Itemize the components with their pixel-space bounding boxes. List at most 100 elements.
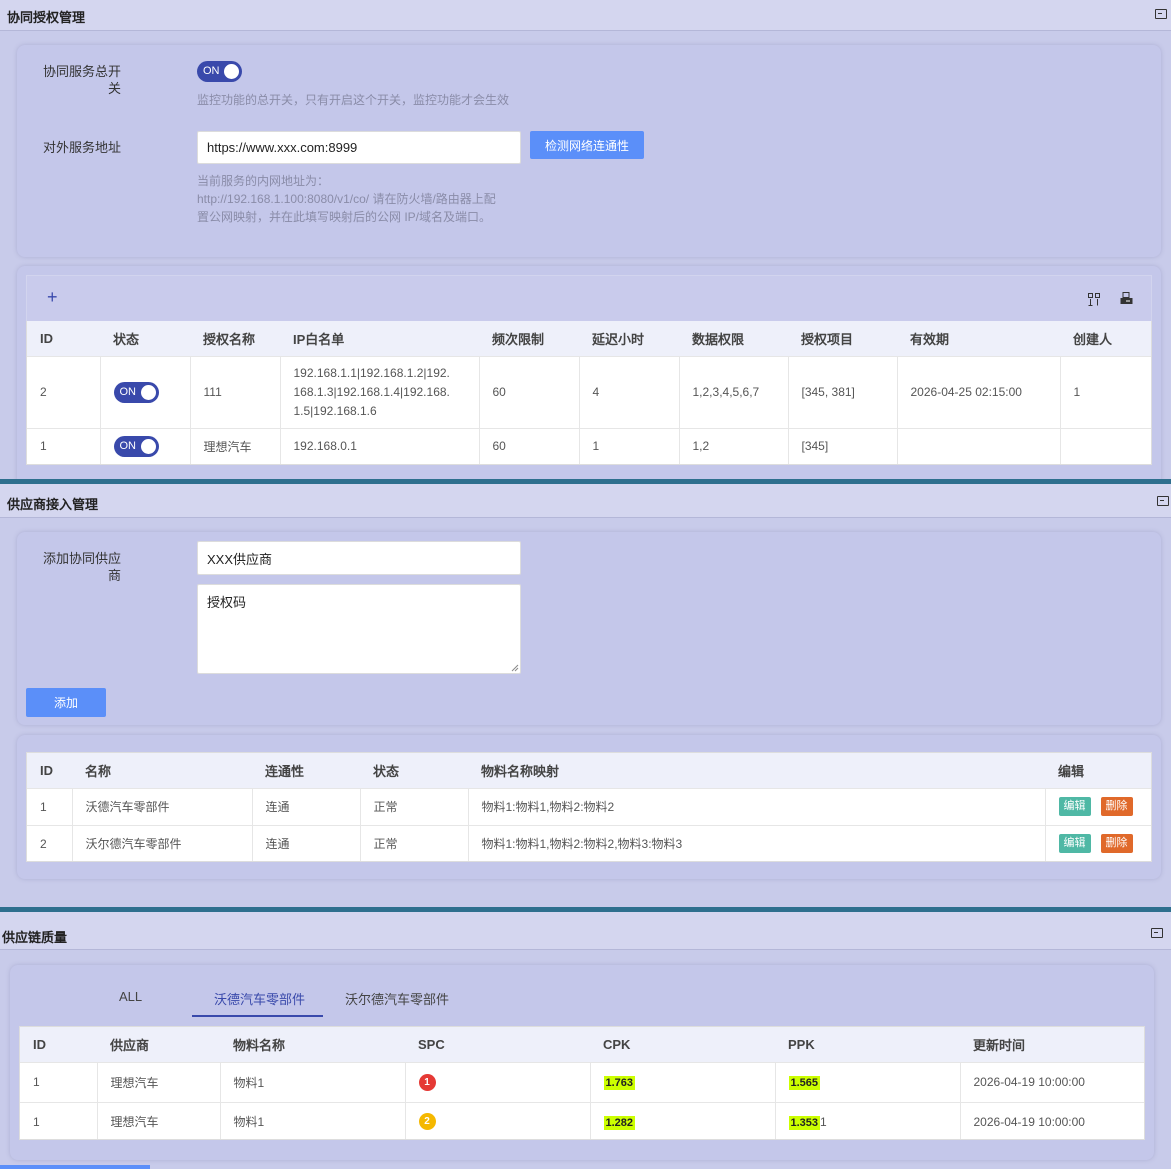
column-header[interactable]: 供应商 [97, 1027, 220, 1062]
auth-code-textarea[interactable]: 授权码 [197, 584, 521, 674]
toggle-knob [140, 438, 156, 454]
cell-cpk: 1.763 [590, 1061, 776, 1102]
add-supplier-label: 添加协同供应 商 [42, 551, 121, 583]
address-input[interactable]: https://www.xxx.com:8999 [197, 131, 521, 164]
cpk-value: 1.763 [603, 1076, 636, 1090]
cell-delay: 4 [579, 355, 680, 428]
column-header[interactable]: ID [20, 1027, 97, 1062]
column-header[interactable]: 授权名称 [190, 321, 280, 356]
column-header[interactable]: 创建人 [1060, 321, 1151, 356]
cell-updated: 2026-04-19 10:00:00 [960, 1101, 1144, 1139]
master-switch-toggle[interactable]: ON [197, 61, 242, 82]
cell-updated: 2026-04-19 10:00:00 [960, 1061, 1144, 1102]
maximize-icon[interactable] [1151, 928, 1163, 938]
ppk-suffix: 1 [820, 1114, 827, 1129]
spc-badge[interactable]: 2 [418, 1113, 436, 1131]
column-header[interactable]: 连通性 [252, 753, 360, 788]
tab-wode[interactable]: 沃德汽车零部件 [214, 989, 305, 1008]
edit-button[interactable]: 编辑 [1058, 797, 1091, 816]
table-row[interactable]: 1 沃德汽车零部件 连通 正常 物料1:物料1,物料2:物料2 编辑 删除 [27, 787, 1151, 825]
section-title: 供应链质量 [2, 930, 68, 945]
row-status-toggle[interactable]: ON [113, 381, 159, 403]
supplier-name-input[interactable]: XXX供应商 [197, 541, 521, 575]
cell-id: 2 [27, 355, 101, 428]
address-label: 对外服务地址 [42, 140, 121, 155]
column-header[interactable]: CPK [590, 1027, 775, 1062]
table-row[interactable]: 1 理想汽车 物料1 1 1.763 1.565 2026-04-19 10:0… [20, 1061, 1144, 1102]
cell-data-permission: 1,2,3,4,5,6,7 [679, 355, 789, 428]
column-header[interactable]: 名称 [72, 753, 252, 788]
section-title: 协同授权管理 [7, 10, 86, 25]
cell-id: 1 [27, 787, 73, 825]
column-header[interactable]: 物料名称 [220, 1027, 405, 1062]
resize-handle-icon[interactable] [511, 664, 519, 672]
active-tab-indicator [192, 1015, 323, 1017]
cell-delay: 1 [579, 427, 680, 464]
add-button[interactable]: 添加 [26, 688, 106, 717]
cell-creator: 1 [1060, 355, 1151, 428]
cell-connectivity: 连通 [252, 824, 361, 861]
cell-frequency: 60 [479, 427, 580, 464]
cell-status: 正常 [360, 824, 469, 861]
delete-button[interactable]: 删除 [1100, 834, 1133, 854]
auth-settings-card: 协同服务总开 关 ON 监控功能的总开关，只有开启这个开关，监控功能才会生效 对… [17, 45, 1161, 257]
check-network-button[interactable]: 检测网络连通性 [530, 131, 644, 159]
table-header-row: ID 名称 连通性 状态 物料名称映射 编辑 [27, 753, 1151, 788]
print-icon[interactable] [1120, 292, 1133, 306]
column-header[interactable]: PPK [775, 1027, 960, 1062]
cpk-value: 1.282 [603, 1115, 636, 1130]
column-header[interactable]: 状态 [100, 321, 190, 356]
master-switch-label: 协同服务总开 关 [42, 64, 121, 96]
cell-name: 理想汽车 [190, 427, 281, 464]
cell-cpk: 1.282 [590, 1101, 776, 1139]
cell-actions: 编辑 删除 [1045, 787, 1151, 825]
column-header[interactable]: ID [27, 321, 100, 356]
table-row[interactable]: 2 沃尔德汽车零部件 连通 正常 物料1:物料1,物料2:物料2,物料3:物料3… [27, 824, 1151, 861]
column-header[interactable]: 状态 [360, 753, 468, 788]
maximize-icon[interactable] [1155, 9, 1167, 19]
column-header[interactable]: SPC [405, 1027, 590, 1062]
quality-card: ALL 沃德汽车零部件 沃尔德汽车零部件 ID 供应商 物料名称 SPC CPK… [10, 965, 1154, 1160]
table-row[interactable]: 1 ON 理想汽车 192.168.0.1 60 1 1,2 [345] [27, 427, 1151, 464]
spc-badge[interactable]: 1 [418, 1073, 436, 1091]
column-header[interactable]: 编辑 [1045, 753, 1151, 788]
add-supplier-card: 添加协同供应 商 XXX供应商 授权码 添加 [17, 532, 1161, 725]
edit-button[interactable]: 编辑 [1058, 834, 1091, 854]
delete-button[interactable]: 删除 [1100, 797, 1133, 816]
ppk-value: 1.565 [788, 1076, 821, 1090]
cell-id: 1 [20, 1101, 98, 1139]
column-header[interactable]: 更新时间 [960, 1027, 1144, 1062]
section-title: 供应商接入管理 [7, 497, 99, 512]
cell-material: 物料1 [220, 1061, 406, 1102]
column-header[interactable]: IP白名单 [280, 321, 479, 356]
column-header[interactable]: 延迟小时 [579, 321, 679, 356]
cell-id: 1 [20, 1061, 98, 1102]
column-header[interactable]: ID [27, 753, 72, 788]
row-status-toggle[interactable]: ON [113, 435, 159, 457]
column-header[interactable]: 数据权限 [679, 321, 788, 356]
cell-spc: 2 [405, 1101, 591, 1139]
table-row[interactable]: 2 ON 111 192.168.1.1|192.168.1.2|192. 16… [27, 355, 1151, 428]
column-header[interactable]: 频次限制 [479, 321, 579, 356]
cell-supplier: 理想汽车 [97, 1101, 221, 1139]
table-toolbar: + [26, 275, 1152, 321]
supplier-table-card: ID 名称 连通性 状态 物料名称映射 编辑 1 沃德汽车零部件 连通 正常 物… [17, 735, 1161, 879]
section-header-quality: 供应链质量 [0, 912, 1171, 950]
tab-all[interactable]: ALL [119, 989, 142, 1004]
table-row[interactable]: 1 理想汽车 物料1 2 1.282 1.353 1 2026-04-19 10:… [20, 1101, 1144, 1139]
cell-project: [345] [788, 427, 898, 464]
supplier-table: ID 名称 连通性 状态 物料名称映射 编辑 1 沃德汽车零部件 连通 正常 物… [26, 752, 1152, 862]
cell-ppk: 1.565 [775, 1061, 961, 1102]
cell-name: 沃尔德汽车零部件 [72, 824, 253, 861]
cell-ip-whitelist: 192.168.0.1 [280, 427, 480, 464]
maximize-icon[interactable] [1157, 496, 1169, 506]
column-header[interactable]: 授权项目 [788, 321, 897, 356]
columns-setting-icon[interactable] [1088, 293, 1101, 306]
auth-table: ID 状态 授权名称 IP白名单 频次限制 延迟小时 数据权限 授权项目 有效期… [26, 321, 1152, 465]
cell-material: 物料1 [220, 1101, 406, 1139]
tab-woerde[interactable]: 沃尔德汽车零部件 [345, 989, 449, 1008]
column-header[interactable]: 有效期 [897, 321, 1060, 356]
column-header[interactable]: 物料名称映射 [468, 753, 1045, 788]
add-icon[interactable]: + [47, 287, 58, 307]
auth-table-card: + ID 状态 授权名称 IP白名单 频次限制 延迟小时 数据权限 授权项目 有… [17, 266, 1161, 496]
